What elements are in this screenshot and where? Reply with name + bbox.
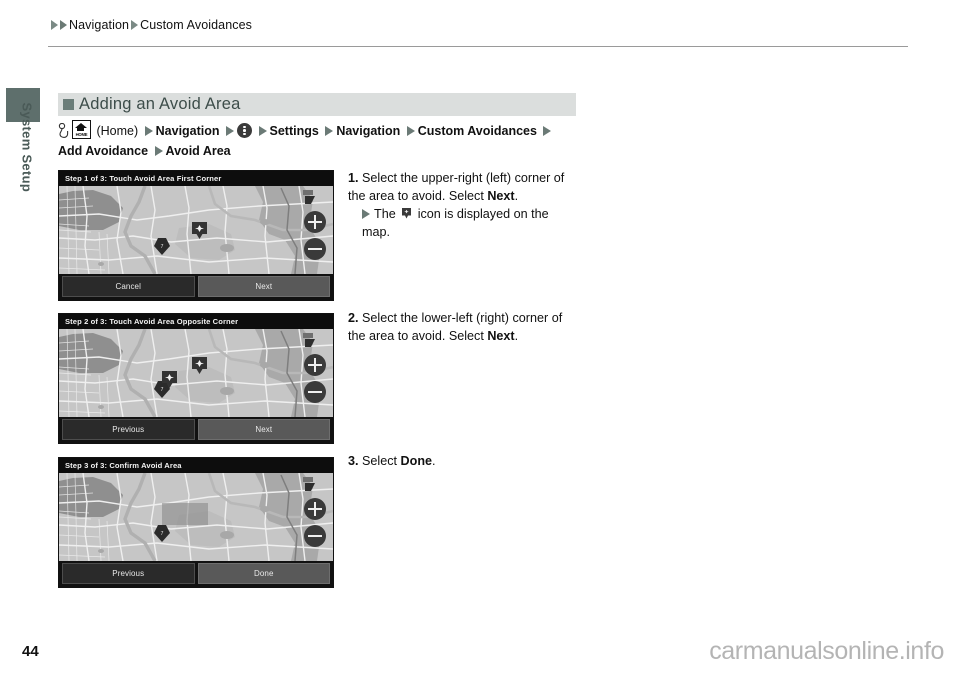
previous-button[interactable]: Previous — [62, 563, 195, 584]
three-dots-icon[interactable] — [237, 123, 253, 138]
step-2: 2. Select the lower-left (right) corner … — [348, 310, 576, 345]
nav-path-settings[interactable]: Settings — [270, 124, 319, 138]
step-1-sub-before: The — [374, 207, 400, 221]
hand-press-icon — [58, 122, 69, 138]
triangle-right-icon — [154, 146, 163, 156]
step-1-number: 1. — [348, 171, 359, 185]
zoom-in-icon[interactable] — [304, 498, 326, 520]
breadcrumb: Navigation Custom Avoidances — [50, 18, 253, 32]
watermark: carmanualsonline.info — [709, 637, 944, 665]
step-2-text: Select the lower-left (right) corner of … — [348, 311, 563, 343]
triangle-right-icon — [131, 20, 139, 30]
step-3-bold: Done — [400, 454, 433, 468]
nav-path-add-avoidance[interactable]: Add Avoidance — [58, 144, 148, 158]
breadcrumb-item-custom-avoidances[interactable]: Custom Avoidances — [140, 18, 252, 32]
step-1-bold: Next — [487, 188, 515, 203]
triangle-right-icon — [325, 126, 334, 136]
triangle-right-icon — [258, 126, 267, 136]
zoom-in-icon[interactable] — [304, 211, 326, 233]
map-canvas-3[interactable]: 7 — [59, 473, 333, 561]
step-1-substep: The icon is displayed on the map. — [362, 206, 576, 241]
step-2-number: 2. — [348, 311, 359, 325]
home-button-icon[interactable]: HOME — [72, 120, 91, 139]
cancel-button[interactable]: Cancel — [62, 276, 195, 297]
nav-screen-step-1: Step 1 of 3: Touch Avoid Area First Corn… — [58, 170, 334, 301]
step-3-text-after: . — [432, 454, 436, 468]
done-button[interactable]: Done — [197, 563, 330, 584]
step-3-number: 3. — [348, 454, 359, 468]
zoom-out-icon[interactable] — [304, 381, 326, 403]
svg-text:7: 7 — [161, 244, 164, 250]
screen-3-button-row: Previous Done — [59, 561, 333, 587]
avoid-area-pin-icon — [401, 207, 412, 220]
triangle-right-icon — [144, 126, 153, 136]
step-2-bold: Next — [487, 328, 515, 343]
nav-screen-step-3: Step 3 of 3: Confirm Avoid Area 7 Previo… — [58, 457, 334, 588]
nav-screen-step-2: Step 2 of 3: Touch Avoid Area Opposite C… — [58, 313, 334, 444]
square-bullet-icon — [63, 99, 74, 110]
breadcrumb-item-navigation[interactable]: Navigation — [69, 18, 129, 32]
zoom-in-icon[interactable] — [304, 354, 326, 376]
zoom-out-icon[interactable] — [304, 525, 326, 547]
screen-3-title: Step 3 of 3: Confirm Avoid Area — [59, 458, 333, 473]
page-title: Adding an Avoid Area — [79, 95, 241, 113]
step-1-text-after: . — [514, 188, 519, 203]
screen-2-button-row: Previous Next — [59, 417, 333, 443]
next-button[interactable]: Next — [197, 276, 330, 297]
screen-1-title: Step 1 of 3: Touch Avoid Area First Corn… — [59, 171, 333, 186]
step-1: 1. Select the upper-right (left) corner … — [348, 170, 576, 241]
step-3: 3. Select Done. — [348, 453, 576, 471]
map-canvas-1[interactable]: 7 — [59, 186, 333, 274]
navigation-path: HOME (Home) Navigation Settings Navigati… — [58, 120, 578, 161]
screen-2-title: Step 2 of 3: Touch Avoid Area Opposite C… — [59, 314, 333, 329]
svg-text:7: 7 — [161, 531, 164, 537]
nav-path-navigation[interactable]: Navigation — [156, 124, 220, 138]
triangle-right-icon — [543, 126, 552, 136]
step-2-text-after: . — [514, 328, 519, 343]
nav-path-avoid-area[interactable]: Avoid Area — [166, 144, 231, 158]
zoom-out-icon[interactable] — [304, 238, 326, 260]
triangle-right-icon — [226, 126, 235, 136]
step-3-text: Select — [362, 454, 401, 468]
home-icon-label: HOME — [75, 132, 88, 137]
section-header: Adding an Avoid Area — [58, 93, 576, 116]
triangle-right-icon — [60, 20, 67, 30]
triangle-right-icon — [362, 209, 370, 219]
nav-path-custom-avoidances[interactable]: Custom Avoidances — [418, 124, 537, 138]
header-divider — [48, 46, 908, 47]
home-paren-label: (Home) — [96, 124, 139, 138]
svg-text:7: 7 — [161, 387, 164, 393]
triangle-right-icon — [406, 126, 415, 136]
previous-button[interactable]: Previous — [62, 419, 195, 440]
screen-1-button-row: Cancel Next — [59, 274, 333, 300]
sidebar-section-label: System Setup — [19, 102, 35, 193]
nav-path-navigation-2[interactable]: Navigation — [336, 124, 400, 138]
map-canvas-2[interactable]: 7 — [59, 329, 333, 417]
page-number: 44 — [22, 643, 39, 660]
next-button[interactable]: Next — [197, 419, 330, 440]
step-1-text: Select the upper-right (left) corner of … — [348, 171, 565, 203]
triangle-right-icon — [51, 20, 58, 30]
